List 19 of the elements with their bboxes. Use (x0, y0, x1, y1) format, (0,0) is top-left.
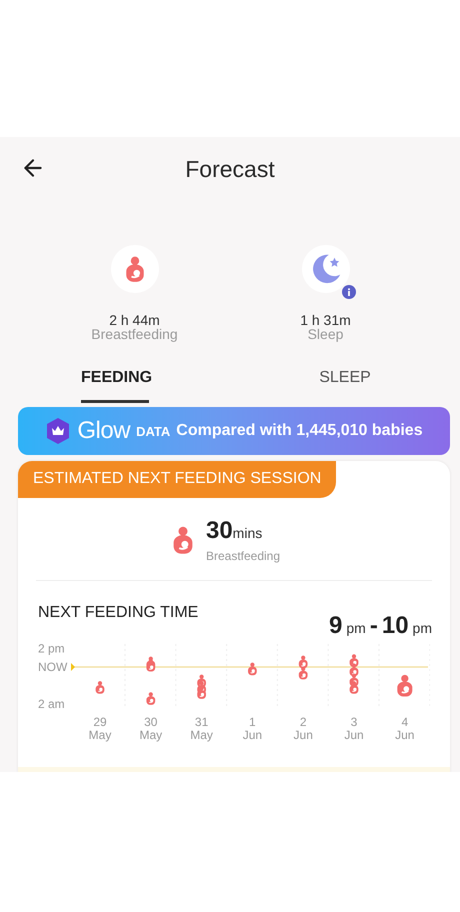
page-title: Forecast (185, 156, 275, 182)
feeding-type: Breastfeeding (206, 549, 280, 563)
banner-text: Compared with 1,445,010 babies (176, 422, 423, 440)
amount-unit: mins (232, 525, 262, 541)
tab[interactable]: FEEDING (0, 361, 230, 403)
stat-value: 1 h 31m (300, 313, 351, 327)
info-icon[interactable] (342, 285, 356, 299)
crown-logo-icon (45, 417, 72, 445)
data-tag: DATA (136, 424, 170, 438)
tab[interactable]: SLEEP (230, 361, 460, 403)
stat-label: Breastfeeding (91, 327, 178, 341)
stat-value: 2 h 44m (109, 313, 160, 327)
card-tag: ESTIMATED NEXT FEEDING SESSION (18, 461, 336, 498)
stat-label: Sleep (308, 327, 344, 341)
range-unit: pm (346, 620, 366, 636)
range-unit: pm (412, 620, 432, 636)
section-title: NEXT FEEDING TIME (38, 604, 198, 622)
brand-name: Glow (77, 417, 130, 445)
amount-value: 30 (206, 517, 233, 544)
